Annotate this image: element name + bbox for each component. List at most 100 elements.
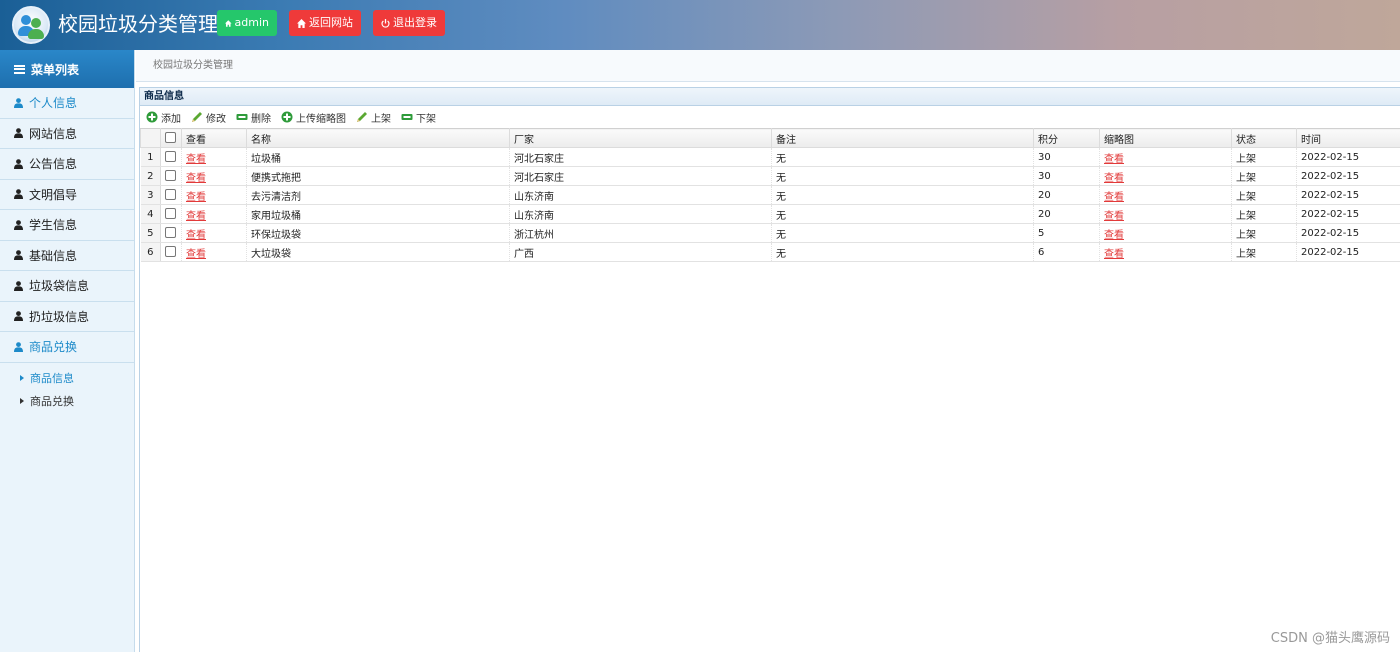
sidebar-subitem[interactable]: 商品信息 <box>0 367 134 390</box>
row-select-cell <box>160 147 182 167</box>
on-shelf-label: 上架 <box>371 113 391 125</box>
view-link[interactable]: 查看 <box>186 173 206 184</box>
delete-button[interactable]: 删除 <box>236 110 271 125</box>
add-icon <box>146 111 158 123</box>
add-button[interactable]: 添加 <box>146 110 181 125</box>
status-cell: 上架 <box>1231 242 1297 262</box>
panel-title: 商品信息 <box>140 87 1400 106</box>
note-cell: 无 <box>771 242 1034 262</box>
view-link[interactable]: 查看 <box>186 249 206 260</box>
sidebar-item[interactable]: 商品兑换 <box>0 332 134 363</box>
thumbnail-view-link[interactable]: 查看 <box>1104 173 1124 184</box>
table-row[interactable]: 4 查看 家用垃圾桶 山东济南无 20 查看 上架 2022-02-15 <box>140 204 1400 224</box>
column-header[interactable]: 状态 <box>1231 128 1297 148</box>
sidebar-item[interactable]: 扔垃圾信息 <box>0 302 134 332</box>
thumbnail-view-link[interactable]: 查看 <box>1104 211 1124 222</box>
thumbnail-view-link[interactable]: 查看 <box>1104 230 1124 241</box>
caret-right-icon <box>20 375 24 381</box>
main-content: 校园垃圾分类管理 商品信息 添加 修改 删除 上传缩略图 上架 下架 查看 名称… <box>136 50 1400 652</box>
breadcrumb: 校园垃圾分类管理 <box>136 50 1400 82</box>
row-checkbox[interactable] <box>165 151 176 163</box>
sidebar-item[interactable]: 网站信息 <box>0 119 134 149</box>
thumb-cell: 查看 <box>1099 204 1232 224</box>
sidebar-item-label: 商品兑换 <box>29 340 78 355</box>
pencil-icon <box>357 112 367 122</box>
sidebar-item[interactable]: 学生信息 <box>0 210 134 241</box>
column-header[interactable]: 备注 <box>771 128 1034 148</box>
table-row[interactable]: 3 查看 去污清洁剂 山东济南无 20 查看 上架 2022-02-15 <box>140 185 1400 205</box>
status-cell: 上架 <box>1231 166 1297 186</box>
sidebar-item-label: 基础信息 <box>29 248 78 263</box>
column-header[interactable]: 缩略图 <box>1099 128 1232 148</box>
column-header[interactable]: 厂家 <box>509 128 772 148</box>
table-row[interactable]: 1 查看 垃圾桶 河北石家庄无 30 查看 上架 2022-02-15 <box>140 147 1400 167</box>
logout-label: 退出登录 <box>393 16 437 29</box>
watermark: CSDN @猫头鹰源码 <box>1270 631 1390 646</box>
view-link[interactable]: 查看 <box>186 154 206 165</box>
maker-cell: 河北石家庄 <box>509 147 772 167</box>
upload-label: 上传缩略图 <box>296 113 346 125</box>
column-header[interactable]: 查看 <box>181 128 247 148</box>
view-link[interactable]: 查看 <box>186 192 206 203</box>
list-icon <box>14 64 25 74</box>
select-all-checkbox[interactable] <box>165 132 176 144</box>
row-checkbox[interactable] <box>165 170 176 182</box>
thumbnail-view-link[interactable]: 查看 <box>1104 192 1124 203</box>
name-cell: 去污清洁剂 <box>246 185 510 205</box>
view-link[interactable]: 查看 <box>186 211 206 222</box>
sidebar-item-label: 学生信息 <box>29 218 78 233</box>
logout-button[interactable]: 退出登录 <box>373 10 445 36</box>
sidebar-item[interactable]: 基础信息 <box>0 241 134 271</box>
maker-cell: 山东济南 <box>509 204 772 224</box>
name-cell: 大垃圾袋 <box>246 242 510 262</box>
table-header-row: 查看 名称 厂家 备注 积分 缩略图 状态 时间 <box>140 128 1400 148</box>
product-table: 查看 名称 厂家 备注 积分 缩略图 状态 时间 1 查看 垃圾桶 河北石家庄无 30 查… <box>140 128 1400 262</box>
sidebar-subitem[interactable]: 商品兑换 <box>0 390 134 413</box>
view-link[interactable]: 查看 <box>186 230 206 241</box>
maker-cell: 广西 <box>509 242 772 262</box>
sidebar-item-label: 文明倡导 <box>29 187 78 202</box>
row-select-cell <box>160 204 182 224</box>
row-select-cell <box>160 166 182 186</box>
user-icon <box>14 311 23 322</box>
thumbnail-view-link[interactable]: 查看 <box>1104 249 1124 260</box>
edit-button[interactable]: 修改 <box>191 110 226 125</box>
table-row[interactable]: 2 查看 便携式拖把 河北石家庄无 30 查看 上架 2022-02-15 <box>140 166 1400 186</box>
caret-right-icon <box>20 398 24 404</box>
sidebar-subitem-label: 商品兑换 <box>30 395 74 408</box>
user-icon <box>14 219 23 230</box>
view-cell: 查看 <box>181 185 247 205</box>
name-cell: 便携式拖把 <box>246 166 510 186</box>
sidebar-item-label: 公告信息 <box>29 157 78 172</box>
view-cell: 查看 <box>181 166 247 186</box>
row-checkbox[interactable] <box>165 189 176 201</box>
view-cell: 查看 <box>181 242 247 262</box>
sidebar-item[interactable]: 垃圾袋信息 <box>0 271 134 302</box>
minus-icon <box>401 114 413 120</box>
row-number: 3 <box>140 185 161 205</box>
upload-thumbnail-button[interactable]: 上传缩略图 <box>281 110 346 125</box>
sidebar-item[interactable]: 文明倡导 <box>0 180 134 210</box>
pencil-icon <box>192 112 202 122</box>
row-number: 5 <box>140 223 161 243</box>
back-to-site-button[interactable]: 返回网站 <box>289 10 361 36</box>
user-icon <box>14 341 23 352</box>
time-cell: 2022-02-15 <box>1296 242 1400 262</box>
name-cell: 家用垃圾桶 <box>246 204 510 224</box>
table-row[interactable]: 5 查看 环保垃圾袋 浙江杭州无 5 查看 上架 2022-02-15 <box>140 223 1400 243</box>
sidebar-item[interactable]: 公告信息 <box>0 149 134 180</box>
add-label: 添加 <box>161 113 181 125</box>
column-header[interactable]: 名称 <box>246 128 510 148</box>
on-shelf-button[interactable]: 上架 <box>356 110 391 125</box>
sidebar-item[interactable]: 个人信息 <box>0 88 134 119</box>
row-checkbox[interactable] <box>165 208 176 220</box>
row-checkbox[interactable] <box>165 227 176 239</box>
thumbnail-view-link[interactable]: 查看 <box>1104 154 1124 165</box>
off-shelf-button[interactable]: 下架 <box>401 110 436 125</box>
admin-button[interactable]: admin <box>217 10 277 36</box>
column-header[interactable]: 时间 <box>1296 128 1400 148</box>
table-row[interactable]: 6 查看 大垃圾袋 广西无 6 查看 上架 2022-02-15 <box>140 242 1400 262</box>
row-checkbox[interactable] <box>165 246 176 258</box>
column-header[interactable]: 积分 <box>1033 128 1100 148</box>
maker-cell: 浙江杭州 <box>509 223 772 243</box>
